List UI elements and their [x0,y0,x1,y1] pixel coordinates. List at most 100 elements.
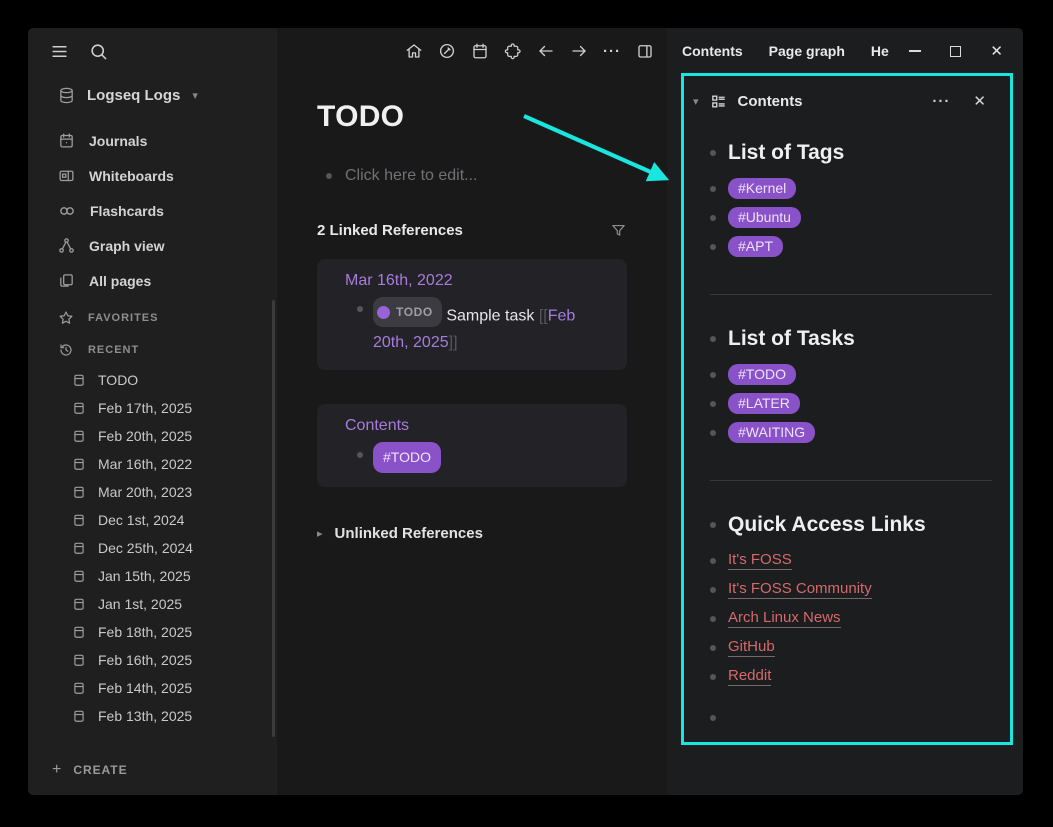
favorites-section[interactable]: FAVORITES [28,302,277,334]
block-bullet[interactable] [710,336,716,342]
block-bullet[interactable] [710,522,716,528]
right-sidebar: Contents Page graph He ✕ ▾ Contents [667,28,1023,795]
block-bullet[interactable] [710,645,716,651]
tag-pill[interactable]: #Kernel [728,178,796,199]
tag-pill[interactable]: #TODO [728,364,796,385]
sidebar-sections: FAVORITES RECENT [28,302,277,366]
empty-block[interactable]: Click here to edit... [317,167,627,185]
block-bullet[interactable] [710,558,716,564]
recent-section[interactable]: RECENT [28,334,277,366]
unlinked-references-toggle[interactable]: ▸ Unlinked References [317,525,627,542]
close-button[interactable]: ✕ [990,44,1003,59]
search-icon[interactable] [89,42,108,61]
plugins-puzzle-icon[interactable] [504,42,522,60]
block-bullet[interactable] [710,587,716,593]
external-link[interactable]: It's FOSS Community [728,580,872,599]
sidebar-item-label: All pages [89,273,151,289]
forward-arrow-icon[interactable] [570,42,588,60]
recent-list: TODO Feb 17th, 2025 Feb 20th, 20 [28,366,277,730]
block-bullet[interactable] [710,616,716,622]
block-bullet[interactable] [710,715,716,721]
history-icon [58,342,74,358]
recent-item[interactable]: Mar 16th, 2022 [28,450,277,478]
hamburger-menu-icon[interactable] [50,42,69,61]
ref-block-content: TODO Sample task [[Feb 20th, 2025]] [373,297,611,356]
tag-pill[interactable]: #APT [728,236,783,257]
block-bullet[interactable] [326,173,332,179]
graph-selector[interactable]: Logseq Logs ▾ [58,81,198,109]
sidebar-nav: Journals Whiteboards Flashcards [28,123,277,298]
page-title[interactable]: TODO [317,100,627,134]
edit-pencil-icon[interactable] [438,42,456,60]
ref-block: TODO Sample task [[Feb 20th, 2025]] [345,297,611,356]
sidebar-item-all-pages[interactable]: All pages [28,263,277,298]
window-controls: ✕ [909,44,1003,59]
recent-item[interactable]: Dec 25th, 2024 [28,534,277,562]
sidebar-item-flashcards[interactable]: Flashcards [28,193,277,228]
block-bullet[interactable] [710,372,716,378]
unlinked-references-title: Unlinked References [335,525,483,542]
page-icon [72,373,86,387]
right-sidebar-toggle-icon[interactable] [636,42,654,60]
block-bullet[interactable] [710,430,716,436]
contents-panel-body: List of Tags #Kernel #Ubuntu [684,120,1010,732]
sidebar-item-journals[interactable]: Journals [28,123,277,158]
external-link[interactable]: Arch Linux News [728,609,841,628]
tag-row: #Ubuntu [710,203,992,232]
recent-item[interactable]: Feb 14th, 2025 [28,674,277,702]
block-placeholder[interactable]: Click here to edit... [345,167,478,185]
external-link[interactable]: It's FOSS [728,551,792,570]
minimize-icon [909,50,921,52]
block-bullet[interactable] [710,401,716,407]
sidebar-item-whiteboards[interactable]: Whiteboards [28,158,277,193]
more-options-icon[interactable]: ··· [603,43,621,60]
block-bullet[interactable] [710,674,716,680]
block-bullet[interactable] [357,306,363,312]
back-arrow-icon[interactable] [537,42,555,60]
block-bullet[interactable] [710,186,716,192]
tag-pill[interactable]: #LATER [728,393,800,414]
ref-page-link[interactable]: Mar 16th, 2022 [345,272,453,289]
panel-close-icon[interactable]: ✕ [973,92,986,110]
maximize-button[interactable] [950,46,961,57]
todo-marker-pill[interactable]: TODO [373,297,442,327]
tag-pill[interactable]: #TODO [373,442,441,473]
recent-item[interactable]: Feb 20th, 2025 [28,422,277,450]
external-link[interactable]: GitHub [728,638,775,657]
block-bullet[interactable] [357,452,363,458]
block-bullet[interactable] [710,150,716,156]
section-divider [710,294,992,295]
recent-item[interactable]: Mar 20th, 2023 [28,478,277,506]
tab-help[interactable]: He [871,43,889,59]
sidebar-item-graph-view[interactable]: Graph view [28,228,277,263]
sidebar-scrollbar[interactable] [272,300,275,737]
recent-item[interactable]: Feb 13th, 2025 [28,702,277,730]
create-button[interactable]: + CREATE [52,761,128,779]
page-icon [72,709,86,723]
screenshot-stage: Logseq Logs ▾ Journals Whiteboards [0,0,1053,827]
tag-pill[interactable]: #WAITING [728,422,815,443]
collapse-chevron-icon[interactable]: ▾ [693,95,699,108]
sidebar-top-bar [28,28,277,74]
recent-item[interactable]: Feb 18th, 2025 [28,618,277,646]
minimize-button[interactable] [909,50,921,52]
recent-item[interactable]: Dec 1st, 2024 [28,506,277,534]
ref-page-link[interactable]: Contents [345,417,409,434]
block-bullet[interactable] [710,215,716,221]
recent-item[interactable]: Feb 16th, 2025 [28,646,277,674]
todo-checkbox-icon[interactable] [377,306,390,319]
block-bullet[interactable] [710,244,716,250]
recent-item[interactable]: TODO [28,366,277,394]
recent-item[interactable]: Jan 15th, 2025 [28,562,277,590]
filter-icon[interactable] [610,222,627,239]
recent-item[interactable]: Feb 17th, 2025 [28,394,277,422]
tab-page-graph[interactable]: Page graph [769,43,845,59]
panel-menu-icon[interactable]: ··· [932,93,950,110]
journal-calendar-icon[interactable] [471,42,489,60]
recent-item[interactable]: Jan 1st, 2025 [28,590,277,618]
tag-pill[interactable]: #Ubuntu [728,207,801,228]
home-icon[interactable] [405,42,423,60]
tab-contents[interactable]: Contents [682,43,743,59]
external-link[interactable]: Reddit [728,667,771,686]
database-icon [58,87,75,104]
